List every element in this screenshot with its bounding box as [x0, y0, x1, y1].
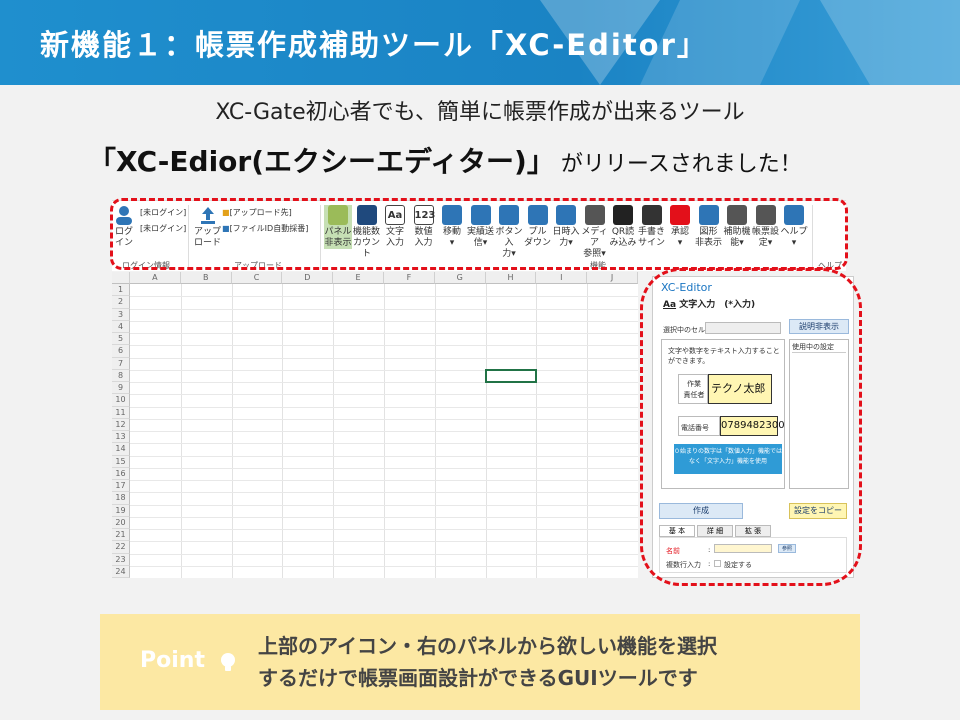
- row-header[interactable]: 2: [112, 296, 130, 309]
- column-header[interactable]: D: [282, 272, 334, 284]
- point-line1: 上部のアイコン・右のパネルから欲しい機能を選択: [258, 634, 717, 658]
- grid-line: [130, 516, 638, 518]
- row-header[interactable]: 1: [112, 284, 130, 297]
- row-header[interactable]: 5: [112, 333, 130, 346]
- grid-line: [130, 443, 638, 445]
- grid-line: [130, 504, 638, 506]
- grid-line: [130, 565, 638, 567]
- column-header[interactable]: F: [384, 272, 435, 284]
- column-header[interactable]: C: [231, 272, 283, 284]
- grid-line: [130, 394, 638, 396]
- grid-line: [130, 369, 638, 371]
- product-name: 「XC-Edior(エクシーエディター)」: [88, 145, 555, 178]
- point-line2: するだけで帳票画面設計ができるGUIツールです: [258, 666, 698, 690]
- row-header[interactable]: 12: [112, 418, 130, 432]
- select-all-corner[interactable]: [112, 272, 130, 284]
- grid-line: [130, 345, 638, 347]
- row-header[interactable]: 4: [112, 320, 130, 334]
- point-callout: Point 上部のアイコン・右のパネルから欲しい機能を選択 するだけで帳票画面設…: [100, 614, 860, 710]
- row-header[interactable]: 20: [112, 516, 130, 530]
- row-header[interactable]: 9: [112, 382, 130, 395]
- row-header[interactable]: 11: [112, 406, 130, 419]
- spreadsheet-grid[interactable]: A B C D E F G H I J 1 2 3 4 5 6 7 8 9 10 11 12 13 14 15 16 17 18 19 2…: [112, 272, 638, 578]
- row-header[interactable]: 14: [112, 443, 130, 456]
- row-header[interactable]: 6: [112, 345, 130, 358]
- row-header[interactable]: 7: [112, 357, 130, 370]
- row-header[interactable]: 13: [112, 431, 130, 444]
- row-header[interactable]: 23: [112, 553, 130, 566]
- row-header[interactable]: 8: [112, 369, 130, 383]
- intro-line1: XC-Gate初心者でも、簡単に帳票作成が出来るツール: [215, 100, 745, 125]
- release-text: がリリースされました！: [560, 152, 802, 177]
- grid-line: [130, 308, 638, 310]
- column-header[interactable]: G: [434, 272, 486, 284]
- grid-line: [130, 529, 638, 530]
- grid-line: [130, 553, 638, 555]
- row-header[interactable]: 21: [112, 529, 130, 542]
- grid-line: [130, 357, 638, 359]
- grid-line: [130, 455, 638, 457]
- grid-line: [130, 333, 638, 334]
- panel-highlight: [640, 268, 862, 586]
- column-header[interactable]: H: [485, 272, 537, 284]
- point-label: Point: [140, 648, 205, 673]
- header-banner: 新機能１：帳票作成補助ツール「XC-Editor」: [0, 0, 960, 85]
- row-header[interactable]: 15: [112, 455, 130, 468]
- grid-line: [130, 431, 638, 432]
- row-header[interactable]: 16: [112, 467, 130, 481]
- column-header[interactable]: B: [180, 272, 232, 284]
- column-header[interactable]: J: [587, 272, 638, 284]
- column-header[interactable]: E: [333, 272, 384, 284]
- row-header[interactable]: 3: [112, 308, 130, 321]
- grid-line: [130, 320, 638, 322]
- row-header[interactable]: 19: [112, 504, 130, 517]
- row-header[interactable]: 18: [112, 492, 130, 505]
- grid-line: [130, 418, 638, 420]
- grid-line: [130, 541, 638, 543]
- lightbulb-icon: [221, 653, 235, 671]
- selected-cell-h8[interactable]: [485, 369, 537, 383]
- row-header[interactable]: 17: [112, 480, 130, 493]
- grid-line: [130, 296, 638, 298]
- grid-line: [130, 406, 638, 408]
- column-header[interactable]: I: [536, 272, 588, 284]
- row-header[interactable]: 24: [112, 565, 130, 578]
- column-header[interactable]: A: [130, 272, 181, 284]
- row-header[interactable]: 10: [112, 394, 130, 407]
- ribbon-highlight: [110, 198, 848, 270]
- grid-line: [130, 492, 638, 494]
- grid-line: [130, 467, 638, 469]
- grid-line: [130, 480, 638, 481]
- row-header[interactable]: 22: [112, 541, 130, 554]
- intro-line2: 「XC-Edior(エクシーエディター)」 がリリースされました！: [88, 140, 802, 180]
- grid-line: [130, 382, 638, 383]
- point-text: 上部のアイコン・右のパネルから欲しい機能を選択 するだけで帳票画面設計ができるG…: [258, 630, 717, 694]
- page-title: 新機能１：帳票作成補助ツール「XC-Editor」: [40, 28, 708, 62]
